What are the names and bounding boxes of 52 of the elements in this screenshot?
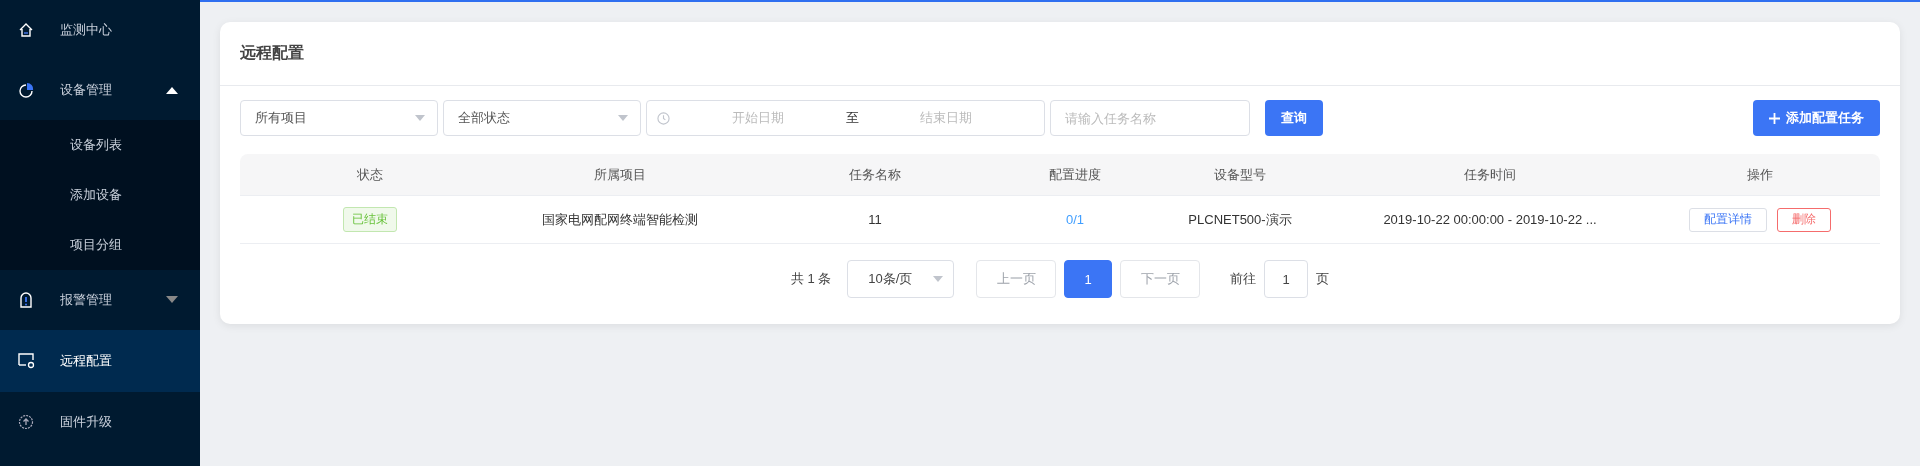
page-size-select[interactable]: 10条/页 — [847, 260, 955, 298]
caret-icon — [415, 115, 425, 121]
project-select[interactable]: 所有项目 — [240, 100, 438, 136]
column-header: 所属项目 — [593, 165, 647, 184]
alarm-icon — [18, 291, 34, 309]
end-date-placeholder: 结束日期 — [919, 109, 974, 127]
start-date-placeholder: 开始日期 — [730, 109, 785, 127]
submenu-item[interactable]: 设备列表 — [0, 120, 200, 170]
sidebar-item[interactable]: 监测中心 — [0, 0, 200, 60]
status-tag: 已结束 — [343, 207, 397, 232]
table-cell-text: 2019-10-22 00:00:00 - 2019-10-22 ... — [1382, 212, 1598, 227]
range-separator: 至 — [845, 109, 859, 127]
select-value: 全部状态 — [458, 109, 510, 127]
table-cell-text: PLCNET500-演示 — [1187, 210, 1293, 229]
caret-icon — [166, 86, 178, 94]
total-count: 共 1 条 — [790, 270, 832, 288]
submenu-item[interactable]: 项目分组 — [0, 220, 200, 270]
column-header: 配置进度 — [1048, 165, 1102, 184]
sidebar-item[interactable]: 设备管理 — [0, 60, 200, 120]
home-icon — [18, 22, 34, 38]
detail-button[interactable]: 配置详情 — [1689, 207, 1767, 232]
card-title: 远程配置 — [220, 22, 1900, 86]
column-header: 任务名称 — [848, 165, 902, 184]
column-header: 状态 — [356, 165, 384, 184]
sidebar-item[interactable]: 远程配置 — [0, 330, 200, 392]
pie-chart-icon — [18, 82, 34, 98]
upgrade-icon — [18, 414, 34, 430]
plus-icon — [1769, 112, 1780, 124]
task-name-field[interactable]: 请输入任务名称 — [1050, 100, 1250, 136]
status-select[interactable]: 全部状态 — [443, 100, 641, 136]
column-header: 设备型号 — [1213, 165, 1267, 184]
sidebar-item[interactable]: 固件升级 — [0, 392, 200, 452]
add-task-button[interactable]: 添加配置任务 — [1753, 100, 1880, 136]
table-cell-text: 11 — [867, 212, 883, 227]
column-header: 任务时间 — [1463, 165, 1517, 184]
select-value: 10条/页 — [868, 270, 913, 288]
goto-page-field[interactable]: 1 — [1264, 260, 1309, 298]
page-button[interactable]: 1 — [1064, 260, 1113, 298]
clock-icon — [657, 111, 670, 125]
caret-icon — [933, 276, 944, 282]
caret-icon — [166, 296, 178, 304]
sidebar-item[interactable]: 报警管理 — [0, 270, 200, 330]
query-button[interactable]: 查询 — [1265, 100, 1323, 136]
goto-suffix: 页 — [1316, 270, 1330, 288]
caret-icon — [618, 115, 628, 121]
table-cell-text: 国家电网配网终端智能检测 — [541, 210, 699, 229]
goto-label: 前往 — [1230, 270, 1257, 288]
submenu-item[interactable]: 添加设备 — [0, 170, 200, 220]
select-value: 所有项目 — [255, 109, 307, 127]
column-header: 操作 — [1746, 165, 1774, 184]
monitor-gear-icon — [18, 353, 36, 369]
date-range-field[interactable]: 开始日期 至 结束日期 — [646, 100, 1045, 136]
